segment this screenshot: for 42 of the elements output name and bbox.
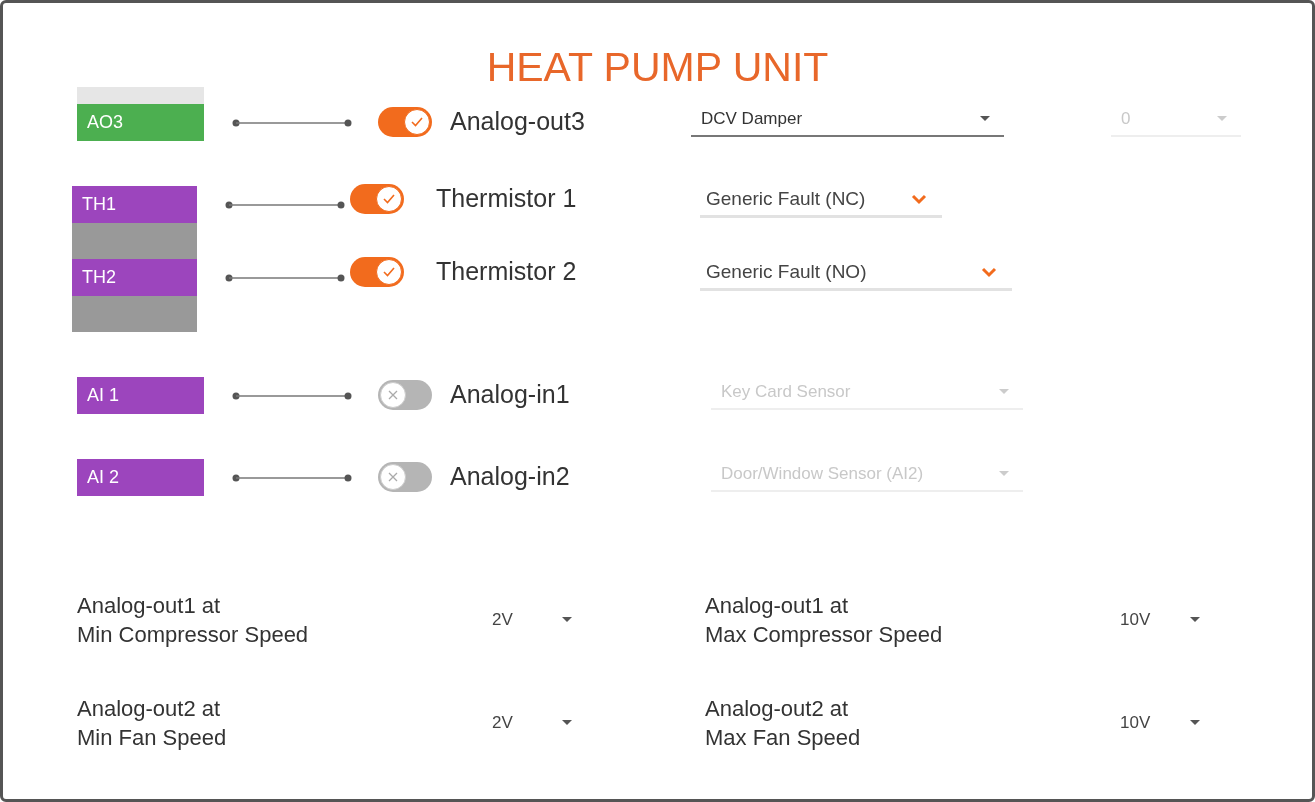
dropdown[interactable]: Generic Fault (NO) [700, 256, 1012, 291]
page-title: HEAT PUMP UNIT [485, 43, 830, 84]
caret-down-icon [1217, 115, 1227, 122]
caret-down-icon [980, 115, 990, 122]
caret-down-icon [562, 617, 572, 623]
terminal-tag: AI 2 [77, 459, 204, 496]
toggle-switch[interactable] [378, 106, 432, 137]
voltage-dropdown[interactable]: 2V [492, 709, 572, 737]
toggle-switch[interactable] [378, 379, 432, 410]
x-icon [387, 388, 399, 401]
voltage-dropdown[interactable]: 10V [1120, 709, 1200, 737]
channel-label: Analog-out3 [450, 107, 586, 136]
x-icon [387, 470, 399, 483]
setting-label: Analog-out2 at Max Fan Speed [705, 695, 862, 752]
toggle-switch[interactable] [378, 461, 432, 492]
check-icon [410, 115, 424, 128]
setting-label: Analog-out1 at Max Compressor Speed [705, 592, 944, 649]
voltage-dropdown[interactable]: 10V [1120, 606, 1200, 634]
terminal-tag: TH2 [72, 259, 197, 296]
check-icon [382, 192, 396, 205]
caret-down-icon [999, 388, 1009, 395]
channel-label: Analog-in1 [450, 380, 571, 409]
dropdown[interactable]: DCV Damper [691, 102, 1004, 137]
caret-down-icon [1190, 617, 1200, 623]
check-icon [382, 265, 396, 278]
channel-label: Thermistor 1 [436, 184, 578, 213]
terminal-tag: TH1 [72, 186, 197, 223]
caret-down-icon [562, 720, 572, 726]
chevron-down-icon [910, 193, 928, 205]
dropdown[interactable]: Generic Fault (NC) [700, 183, 942, 218]
setting-label: Analog-out1 at Min Compressor Speed [77, 592, 310, 649]
terminal-tag: AO3 [77, 104, 204, 141]
caret-down-icon [999, 470, 1009, 477]
toggle-switch[interactable] [350, 256, 404, 287]
terminal-tag: AI 1 [77, 377, 204, 414]
setting-label: Analog-out2 at Min Fan Speed [77, 695, 228, 752]
caret-down-icon [1190, 720, 1200, 726]
chevron-down-icon [980, 266, 998, 278]
channel-label: Analog-in2 [450, 462, 571, 491]
toggle-switch[interactable] [350, 183, 404, 214]
channel-label: Thermistor 2 [436, 257, 578, 286]
voltage-dropdown[interactable]: 2V [492, 606, 572, 634]
